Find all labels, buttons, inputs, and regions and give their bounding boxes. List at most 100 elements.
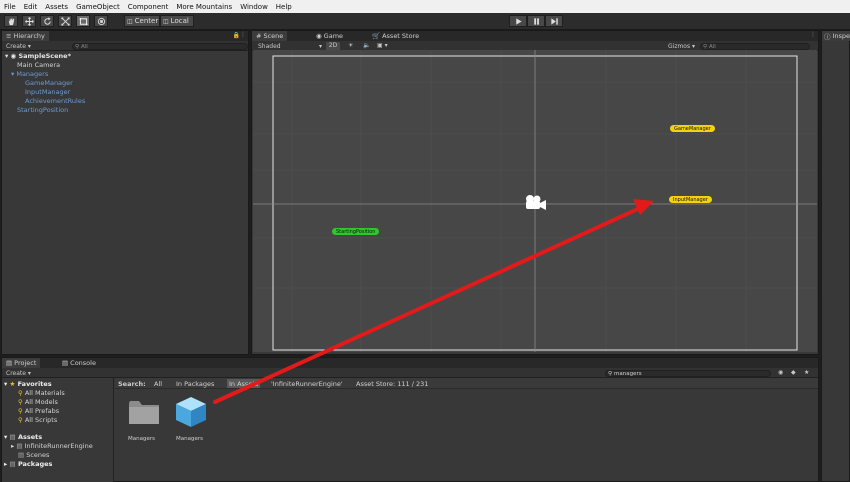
item-label: Managers (16, 70, 49, 78)
assets-header[interactable]: ▾ ▤ Assets (4, 433, 42, 441)
favorites-header[interactable]: ▾ ★ Favorites (4, 380, 52, 388)
local-icon: ◫ (163, 17, 169, 25)
search-icon: ⚲ (608, 370, 613, 377)
result-item-folder[interactable]: Managers (124, 398, 164, 450)
menu-gameobject[interactable]: GameObject (76, 3, 120, 11)
scope-in-assets[interactable]: In Assets (227, 378, 261, 388)
scale-tool-button[interactable] (58, 15, 72, 27)
panel-menu-icon[interactable]: ⋮ (240, 31, 246, 38)
filter-type-icon[interactable]: ◉ (778, 369, 783, 376)
pivot-center-toggle[interactable]: ◫ Center (124, 15, 160, 27)
favorites-item-models[interactable]: ⚲ All Models (18, 398, 58, 406)
packages-header[interactable]: ▸ ▤ Packages (4, 460, 52, 468)
menu-file[interactable]: File (4, 3, 16, 11)
rect-tool-button[interactable] (76, 15, 90, 27)
tab-hierarchy[interactable]: ≡ Hierarchy (2, 31, 49, 41)
scale-icon (60, 16, 70, 26)
menu-window[interactable]: Window (240, 3, 268, 11)
create-label: Create (6, 369, 26, 377)
lock-icon[interactable]: 🔒 (233, 32, 240, 39)
camera-gizmo-icon[interactable] (523, 194, 549, 212)
item-label: AchievementRules (25, 97, 86, 105)
scene-label-gamemanager[interactable]: GameManager (670, 125, 715, 132)
hierarchy-item-achievementrules[interactable]: AchievementRules (25, 97, 85, 105)
play-button[interactable] (509, 15, 527, 27)
scope-all[interactable]: All (154, 380, 162, 388)
asset-store-tab-label: Asset Store (382, 32, 420, 40)
scope-in-packages[interactable]: In Packages (176, 380, 214, 388)
asset-store-tab-icon: 🛒 (372, 32, 381, 40)
scene-viewport[interactable]: GameManager InputManager StartingPositio… (253, 50, 817, 352)
hierarchy-item-main-camera[interactable]: Main Camera (17, 61, 60, 69)
game-tab-label: Game (323, 32, 344, 40)
rect-tool-icon (79, 17, 87, 25)
tab-inspector[interactable]: ⓘ Inspe (822, 31, 850, 41)
hierarchy-item-startingposition[interactable]: StartingPosition (17, 106, 68, 114)
panel-menu-icon[interactable]: ⋮ (810, 31, 816, 38)
scene-name: SampleScene* (18, 52, 71, 60)
tab-project[interactable]: ▤ Project (2, 358, 41, 368)
label-text: StartingPosition (336, 228, 376, 235)
rotate-icon (43, 16, 51, 25)
favorites-item-materials[interactable]: ⚲ All Materials (18, 389, 65, 397)
result-item-prefab[interactable]: Managers (172, 397, 212, 450)
hand-tool-button[interactable] (4, 15, 18, 27)
rotate-tool-button[interactable] (40, 15, 54, 27)
menu-edit[interactable]: Edit (24, 3, 38, 11)
assets-item-infiniterunnerengine[interactable]: ▸ ▤ InfiniteRunnerEngine (11, 442, 93, 450)
project-search-input[interactable]: ⚲ managers (605, 369, 771, 377)
folder-icon: ▤ (9, 460, 16, 468)
gizmos-dropdown[interactable]: Gizmos ▾ (668, 43, 695, 50)
toolbar: ◫ Center ◫ Local (0, 13, 850, 30)
transform-tool-button[interactable] (94, 15, 108, 27)
hand-icon (8, 17, 14, 25)
menu-component[interactable]: Component (128, 3, 169, 11)
hierarchy-create-dropdown[interactable]: Create ▾ (6, 43, 31, 50)
star-icon[interactable]: ★ (804, 369, 809, 376)
filter-label-icon[interactable]: ◆ (791, 369, 796, 376)
tab-console[interactable]: ▤ Console (58, 358, 100, 368)
scene-search-placeholder: All (709, 43, 716, 50)
pause-button[interactable] (527, 15, 545, 27)
effects-icon[interactable]: ▣ ▾ (377, 42, 388, 49)
hierarchy-tab-icon: ≡ (6, 32, 12, 40)
inspector-tabbar: ⓘ Inspe (822, 31, 850, 41)
shading-mode-dropdown[interactable]: Shaded (258, 43, 281, 50)
mode-2d-toggle[interactable]: 2D (326, 41, 340, 50)
favorites-title: Favorites (17, 380, 52, 388)
hierarchy-item-managers[interactable]: ▾ Managers (11, 70, 48, 78)
scene-search-input[interactable]: ⚲ All (700, 42, 810, 50)
collapse-arrow-icon: ▸ (4, 460, 8, 468)
asset-store-count[interactable]: Asset Store: 111 / 231 (356, 380, 428, 388)
move-icon (24, 16, 34, 26)
pause-icon (533, 17, 539, 25)
lighting-icon[interactable]: ☀ (348, 42, 353, 49)
menu-more-mountains[interactable]: More Mountains (176, 3, 232, 11)
favorites-item-prefabs[interactable]: ⚲ All Prefabs (18, 407, 59, 415)
scene-label-inputmanager[interactable]: InputManager (669, 196, 712, 203)
tab-scene[interactable]: # Scene (252, 31, 288, 41)
folder-tab-icon: ▤ (6, 359, 13, 367)
hierarchy-item-gamemanager[interactable]: GameManager (25, 79, 73, 87)
space-local-toggle[interactable]: ◫ Local (160, 15, 194, 27)
favorites-item-scripts[interactable]: ⚲ All Scripts (18, 416, 57, 424)
scene-label-startingposition[interactable]: StartingPosition (332, 228, 380, 235)
search-scope-label: Search: (118, 380, 146, 388)
hierarchy-item-inputmanager[interactable]: InputManager (25, 88, 70, 96)
project-tabbar: ▤ Project ▤ Console (2, 358, 818, 368)
tab-asset-store[interactable]: 🛒 Asset Store (368, 31, 423, 41)
step-button[interactable] (545, 15, 563, 27)
audio-icon[interactable]: 🔈 (363, 42, 370, 49)
tab-game[interactable]: ◉ Game (312, 31, 347, 41)
assets-item-scenes[interactable]: ▤ Scenes (18, 451, 49, 459)
shading-dropdown-arrow-icon: ▾ (319, 42, 323, 50)
scene-root-row[interactable]: ▾ ◉ SampleScene* (5, 52, 71, 60)
scope-infiniterunnerengine[interactable]: 'InfiniteRunnerEngine' (271, 380, 343, 388)
hierarchy-search-input[interactable]: ⚲ All (72, 42, 248, 50)
menu-assets[interactable]: Assets (45, 3, 68, 11)
menu-help[interactable]: Help (276, 3, 292, 11)
create-label: Create (6, 42, 26, 50)
project-create-dropdown[interactable]: Create ▾ (6, 370, 31, 377)
move-tool-button[interactable] (22, 15, 36, 27)
project-folder-tree: ▾ ★ Favorites ⚲ All Materials ⚲ All Mode… (2, 378, 114, 482)
